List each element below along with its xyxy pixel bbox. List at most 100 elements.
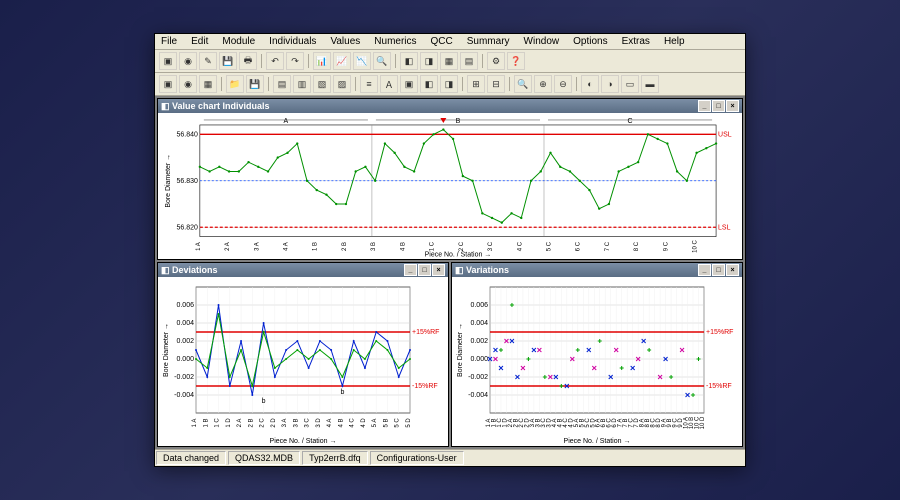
svg-text:5 B: 5 B	[383, 418, 389, 427]
toolbar-button[interactable]: ◐	[581, 75, 599, 93]
toolbar-button[interactable]: ✎	[199, 52, 217, 70]
menu-edit[interactable]: Edit	[189, 35, 210, 48]
toolbar-button[interactable]: ▧	[313, 75, 331, 93]
svg-text:A: A	[284, 118, 289, 125]
toolbar-button[interactable]: Ａ	[380, 75, 398, 93]
close-button[interactable]: ×	[726, 264, 739, 276]
toolbar-button[interactable]: ▬	[641, 75, 659, 93]
svg-text:3 D: 3 D	[316, 418, 322, 428]
toolbar-button[interactable]: ↷	[286, 52, 304, 70]
toolbar-button[interactable]: ◨	[440, 75, 458, 93]
toolbar-button[interactable]: 💾	[219, 52, 237, 70]
menu-extras[interactable]: Extras	[620, 35, 652, 48]
toolbar-button[interactable]: ◨	[420, 52, 438, 70]
svg-text:3 C: 3 C	[488, 241, 494, 251]
toolbar-button[interactable]: 🔍	[373, 52, 391, 70]
svg-text:10 D: 10 D	[700, 416, 706, 429]
toolbar-button[interactable]: ◧	[400, 52, 418, 70]
svg-text:0.002: 0.002	[176, 338, 194, 345]
minimize-button[interactable]: _	[404, 264, 417, 276]
maximize-button[interactable]: □	[712, 264, 725, 276]
svg-text:56.840: 56.840	[177, 131, 198, 138]
minimize-button[interactable]: _	[698, 264, 711, 276]
toolbar-button[interactable]: ≡	[360, 75, 378, 93]
toolbar-button[interactable]: ⊕	[534, 75, 552, 93]
menu-file[interactable]: File	[159, 35, 179, 48]
svg-text:3 A: 3 A	[254, 242, 260, 251]
toolbar-button[interactable]: 📈	[333, 52, 351, 70]
menubar: File Edit Module Individuals Values Numerics Q…	[155, 34, 745, 50]
svg-text:4 C: 4 C	[517, 241, 523, 251]
toolbar-button[interactable]: ↶	[266, 52, 284, 70]
minimize-button[interactable]: _	[698, 100, 711, 112]
close-button[interactable]: ×	[726, 100, 739, 112]
menu-qcc[interactable]: QCC	[429, 35, 455, 48]
toolbar-button[interactable]: ◧	[420, 75, 438, 93]
toolbar-2: ▣◉▦📁💾▤▥▧▨≡Ａ▣◧◨⊞⊟🔍⊕⊖◐◑▭▬	[155, 73, 745, 96]
titlebar-value-chart[interactable]: ◧ Value chart Individuals _ □ ×	[158, 99, 742, 113]
svg-text:2 A: 2 A	[225, 242, 231, 251]
menu-options[interactable]: Options	[571, 35, 609, 48]
toolbar-button[interactable]: 💾	[246, 75, 264, 93]
toolbar-button[interactable]: ◉	[179, 52, 197, 70]
chart-deviations: -0.004-0.0020.0000.0020.0040.006+15%RF-1…	[158, 277, 448, 446]
toolbar-button[interactable]: 📉	[353, 52, 371, 70]
toolbar-button[interactable]: ▣	[400, 75, 418, 93]
svg-text:C: C	[628, 118, 633, 125]
toolbar-button[interactable]: ⊖	[554, 75, 572, 93]
toolbar-button[interactable]: ▣	[159, 52, 177, 70]
sys-icon: ◧	[455, 265, 464, 276]
maximize-button[interactable]: □	[712, 100, 725, 112]
close-button[interactable]: ×	[432, 264, 445, 276]
menu-values[interactable]: Values	[328, 35, 362, 48]
window-value-chart: ◧ Value chart Individuals _ □ × 56.82056…	[157, 98, 743, 260]
toolbar-button[interactable]: ▦	[440, 52, 458, 70]
svg-text:1 D: 1 D	[226, 418, 232, 428]
menu-numerics[interactable]: Numerics	[372, 35, 418, 48]
svg-text:7 C: 7 C	[605, 241, 611, 251]
toolbar-button[interactable]: ◑	[601, 75, 619, 93]
toolbar-button[interactable]: ⊞	[467, 75, 485, 93]
toolbar-button[interactable]: 🖶	[239, 52, 257, 70]
toolbar-button[interactable]: ▣	[159, 75, 177, 93]
svg-text:1 A: 1 A	[192, 419, 198, 428]
toolbar-button[interactable]: 📊	[313, 52, 331, 70]
sys-icon: ◧	[161, 265, 170, 276]
toolbar-button[interactable]: ▨	[333, 75, 351, 93]
svg-text:Bore Diameter →: Bore Diameter →	[457, 323, 464, 377]
toolbar-button[interactable]: 🔍	[514, 75, 532, 93]
svg-text:USL: USL	[718, 131, 732, 138]
toolbar-button[interactable]: ◉	[179, 75, 197, 93]
toolbar-button[interactable]: 📁	[226, 75, 244, 93]
svg-text:+15%RF: +15%RF	[412, 329, 439, 336]
svg-text:2 B: 2 B	[342, 242, 348, 251]
svg-text:5 A: 5 A	[372, 419, 378, 428]
svg-text:1 B: 1 B	[203, 418, 209, 427]
toolbar-button[interactable]: ▤	[460, 52, 478, 70]
svg-text:b: b	[262, 398, 266, 405]
svg-text:-0.004: -0.004	[468, 392, 488, 399]
svg-text:-15%RF: -15%RF	[412, 383, 438, 390]
titlebar-variations[interactable]: ◧ Variations _ □ ×	[452, 263, 742, 277]
toolbar-button[interactable]: ▦	[199, 75, 217, 93]
toolbar-button[interactable]: ⚙	[487, 52, 505, 70]
svg-text:0.000: 0.000	[470, 356, 488, 363]
svg-text:-15%RF: -15%RF	[706, 383, 732, 390]
menu-module[interactable]: Module	[220, 35, 257, 48]
toolbar-button[interactable]: ▥	[293, 75, 311, 93]
svg-text:1 C: 1 C	[215, 418, 221, 428]
toolbar-button[interactable]: ⊟	[487, 75, 505, 93]
toolbar-button[interactable]: ▤	[273, 75, 291, 93]
maximize-button[interactable]: □	[418, 264, 431, 276]
titlebar-deviations[interactable]: ◧ Deviations _ □ ×	[158, 263, 448, 277]
svg-text:56.830: 56.830	[177, 178, 198, 185]
svg-text:1 C: 1 C	[430, 241, 436, 251]
title-text: Variations	[466, 265, 509, 275]
menu-window[interactable]: Window	[522, 35, 562, 48]
menu-summary[interactable]: Summary	[465, 35, 512, 48]
toolbar-button[interactable]: ❓	[507, 52, 525, 70]
svg-text:+15%RF: +15%RF	[706, 329, 733, 336]
menu-help[interactable]: Help	[662, 35, 687, 48]
menu-individuals[interactable]: Individuals	[267, 35, 318, 48]
toolbar-button[interactable]: ▭	[621, 75, 639, 93]
